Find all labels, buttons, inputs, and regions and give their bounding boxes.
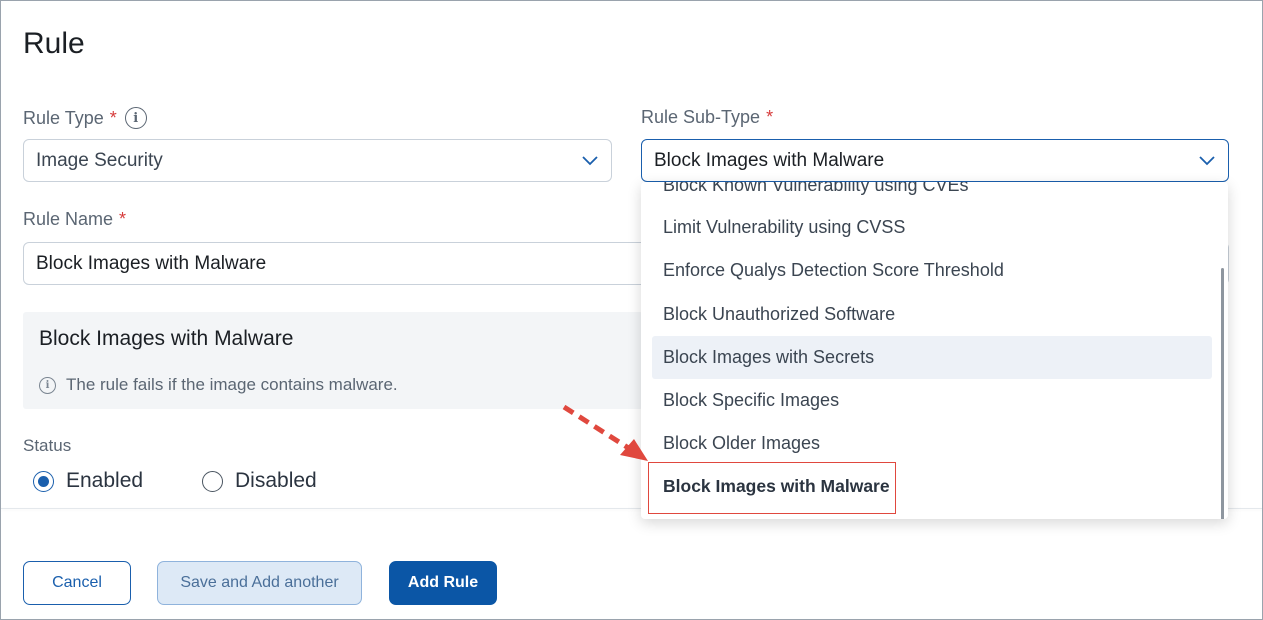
rule-name-label: Rule Name * bbox=[23, 209, 126, 230]
rule-type-select[interactable]: Image Security bbox=[23, 139, 612, 182]
dropdown-item[interactable]: Block Known Vulnerability using CVEs bbox=[652, 182, 1212, 207]
status-enabled-label: Enabled bbox=[66, 469, 144, 492]
info-circle-icon[interactable]: i bbox=[124, 107, 147, 129]
info-circle-icon: i bbox=[39, 376, 56, 394]
dropdown-scrollbar[interactable] bbox=[1221, 268, 1224, 519]
dropdown-item[interactable]: Block Unauthorized Software bbox=[652, 293, 1212, 336]
radio-selected-icon[interactable] bbox=[33, 470, 54, 492]
rule-subtype-label-text: Rule Sub-Type bbox=[641, 107, 761, 127]
status-enabled-radio[interactable]: Enabled bbox=[33, 469, 143, 493]
required-asterisk: * bbox=[766, 107, 774, 127]
page-title: Rule bbox=[23, 27, 85, 60]
rule-dialog: Rule Rule Type * i Image Security Rule S… bbox=[0, 0, 1263, 620]
rule-subtype-select[interactable]: Block Images with Malware bbox=[641, 139, 1229, 182]
dropdown-item[interactable]: Block Older Images bbox=[652, 422, 1212, 465]
chevron-down-icon bbox=[582, 156, 598, 166]
rule-subtype-label: Rule Sub-Type * bbox=[641, 107, 773, 128]
status-label: Status bbox=[23, 436, 72, 455]
rule-name-label-text: Rule Name bbox=[23, 209, 114, 229]
dropdown-item[interactable]: Enforce Qualys Detection Score Threshold bbox=[652, 249, 1212, 292]
dropdown-item[interactable]: Limit Vulnerability using CVSS bbox=[652, 206, 1212, 249]
chevron-down-icon bbox=[1199, 156, 1215, 166]
required-asterisk: * bbox=[119, 209, 127, 229]
rule-description-panel: Block Images with Malware i The rule fai… bbox=[23, 312, 643, 409]
add-rule-button[interactable]: Add Rule bbox=[389, 561, 497, 605]
cancel-button[interactable]: Cancel bbox=[23, 561, 131, 605]
status-disabled-radio[interactable]: Disabled bbox=[202, 469, 317, 493]
dropdown-item-hovered[interactable]: Block Images with Secrets bbox=[652, 336, 1212, 379]
rule-subtype-value: Block Images with Malware bbox=[654, 149, 885, 171]
rule-type-label-text: Rule Type bbox=[23, 107, 104, 128]
save-and-add-another-button[interactable]: Save and Add another bbox=[157, 561, 362, 605]
status-disabled-label: Disabled bbox=[235, 469, 317, 492]
annotation-highlight-box bbox=[648, 462, 896, 514]
radio-unselected-icon[interactable] bbox=[202, 470, 223, 492]
required-asterisk: * bbox=[109, 107, 117, 128]
description-title: Block Images with Malware bbox=[39, 327, 294, 350]
rule-type-label: Rule Type * i bbox=[23, 107, 147, 129]
description-text-row: i The rule fails if the image contains m… bbox=[39, 375, 398, 395]
description-text: The rule fails if the image contains mal… bbox=[66, 375, 398, 394]
rule-name-value: Block Images with Malware bbox=[36, 252, 267, 274]
rule-type-value: Image Security bbox=[36, 149, 163, 171]
annotation-arrow-icon bbox=[562, 404, 648, 461]
dropdown-item[interactable]: Block Specific Images bbox=[652, 379, 1212, 422]
